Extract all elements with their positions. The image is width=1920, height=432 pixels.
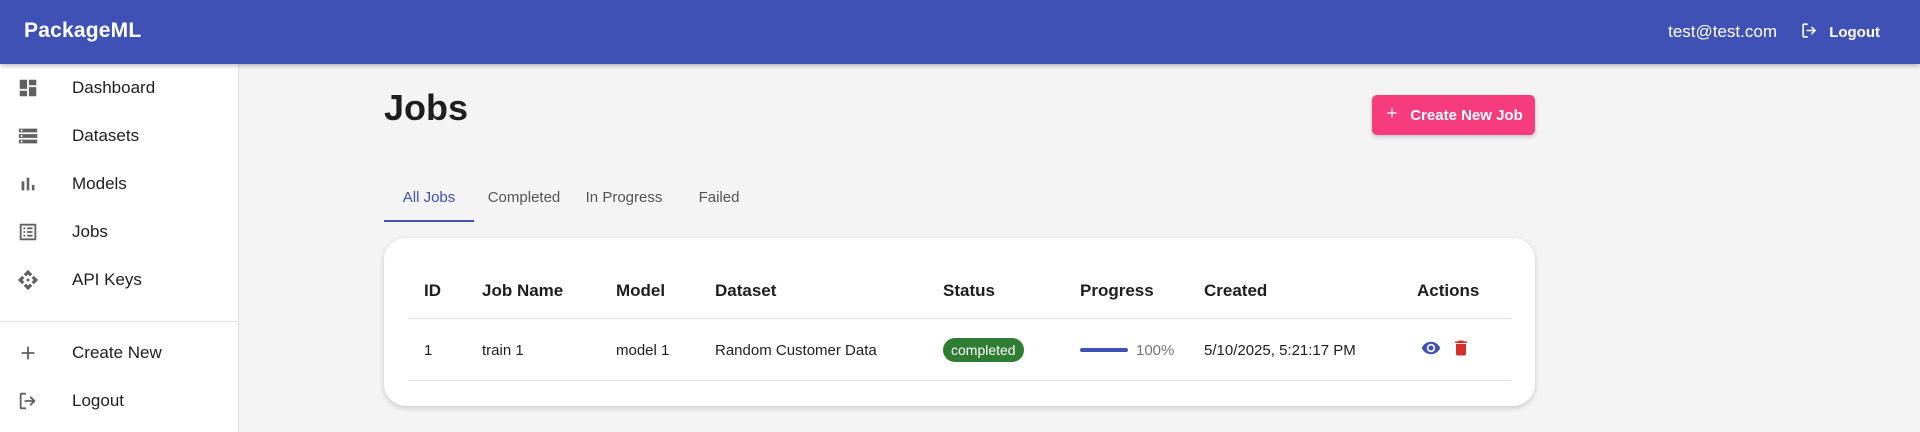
sidebar-item-label: Logout <box>72 391 124 410</box>
logout-button[interactable]: Logout <box>1800 20 1880 44</box>
sidebar-item-api-keys[interactable]: API Keys <box>0 256 238 304</box>
view-job-button[interactable] <box>1419 338 1443 362</box>
cell-dataset: Random Customer Data <box>715 342 877 359</box>
app-bar: PackageML test@test.com Logout <box>0 0 1920 64</box>
column-header-id[interactable]: ID <box>424 281 441 301</box>
column-header-job-name[interactable]: Job Name <box>482 281 563 301</box>
user-email: test@test.com <box>1668 22 1777 41</box>
logout-icon <box>17 390 39 412</box>
progress-percent: 100% <box>1136 342 1175 359</box>
sidebar-item-label: Create New <box>72 343 162 362</box>
sidebar-item-logout[interactable]: Logout <box>0 377 238 425</box>
sidebar-item-dashboard[interactable]: Dashboard <box>0 64 238 112</box>
cell-id: 1 <box>424 342 433 359</box>
tab-failed[interactable]: Failed <box>674 178 764 222</box>
storage-icon <box>17 125 39 147</box>
tab-all-jobs[interactable]: All Jobs <box>384 178 474 222</box>
column-header-progress[interactable]: Progress <box>1080 281 1154 301</box>
sidebar-item-label: Jobs <box>72 222 108 241</box>
plus-icon <box>1384 105 1400 125</box>
status-badge: completed <box>943 338 1024 362</box>
sidebar-item-label: Dashboard <box>72 78 156 97</box>
cell-created: 5/10/2025, 5:21:17 PM <box>1204 342 1356 359</box>
sidebar-item-create-new[interactable]: Create New <box>0 329 238 377</box>
active-tab-indicator <box>384 220 474 222</box>
tab-in-progress[interactable]: In Progress <box>574 178 674 222</box>
column-header-status[interactable]: Status <box>943 281 995 301</box>
create-new-job-button[interactable]: Create New Job <box>1372 95 1535 135</box>
sidebar-item-label: API Keys <box>72 270 142 289</box>
trash-icon <box>1451 338 1471 363</box>
create-new-job-label: Create New Job <box>1410 106 1523 124</box>
cell-model: model 1 <box>616 342 670 359</box>
eye-icon <box>1421 338 1441 363</box>
api-icon <box>17 269 39 291</box>
sidebar-item-models[interactable]: Models <box>0 160 238 208</box>
column-header-dataset[interactable]: Dataset <box>715 281 776 301</box>
sidebar-item-label: Datasets <box>72 126 140 145</box>
plus-icon <box>17 342 39 364</box>
column-header-actions: Actions <box>1417 281 1480 300</box>
sidebar-item-jobs[interactable]: Jobs <box>0 208 238 256</box>
app-brand[interactable]: PackageML <box>24 19 141 43</box>
sidebar-item-datasets[interactable]: Datasets <box>0 112 238 160</box>
sidebar: Dashboard Datasets Models Jobs API Keys … <box>0 64 239 432</box>
logout-label: Logout <box>1829 23 1880 41</box>
column-header-created[interactable]: Created <box>1204 281 1267 301</box>
header-divider <box>408 318 1511 319</box>
bar-chart-icon <box>17 173 39 195</box>
sidebar-item-label: Models <box>72 174 127 193</box>
progress-bar <box>1080 348 1128 352</box>
column-header-model[interactable]: Model <box>616 281 665 301</box>
jobs-table-card: ID Job Name Model Dataset Status Progres… <box>384 238 1535 406</box>
cell-job-name: train 1 <box>482 342 524 359</box>
sidebar-divider <box>0 321 238 322</box>
progress-bar-fill <box>1080 348 1128 352</box>
dashboard-icon <box>17 77 39 99</box>
tab-completed[interactable]: Completed <box>474 178 574 222</box>
row-divider <box>408 380 1511 381</box>
list-alt-icon <box>17 221 39 243</box>
delete-job-button[interactable] <box>1449 338 1473 362</box>
logout-icon <box>1800 21 1819 44</box>
page-title: Jobs <box>384 87 469 128</box>
